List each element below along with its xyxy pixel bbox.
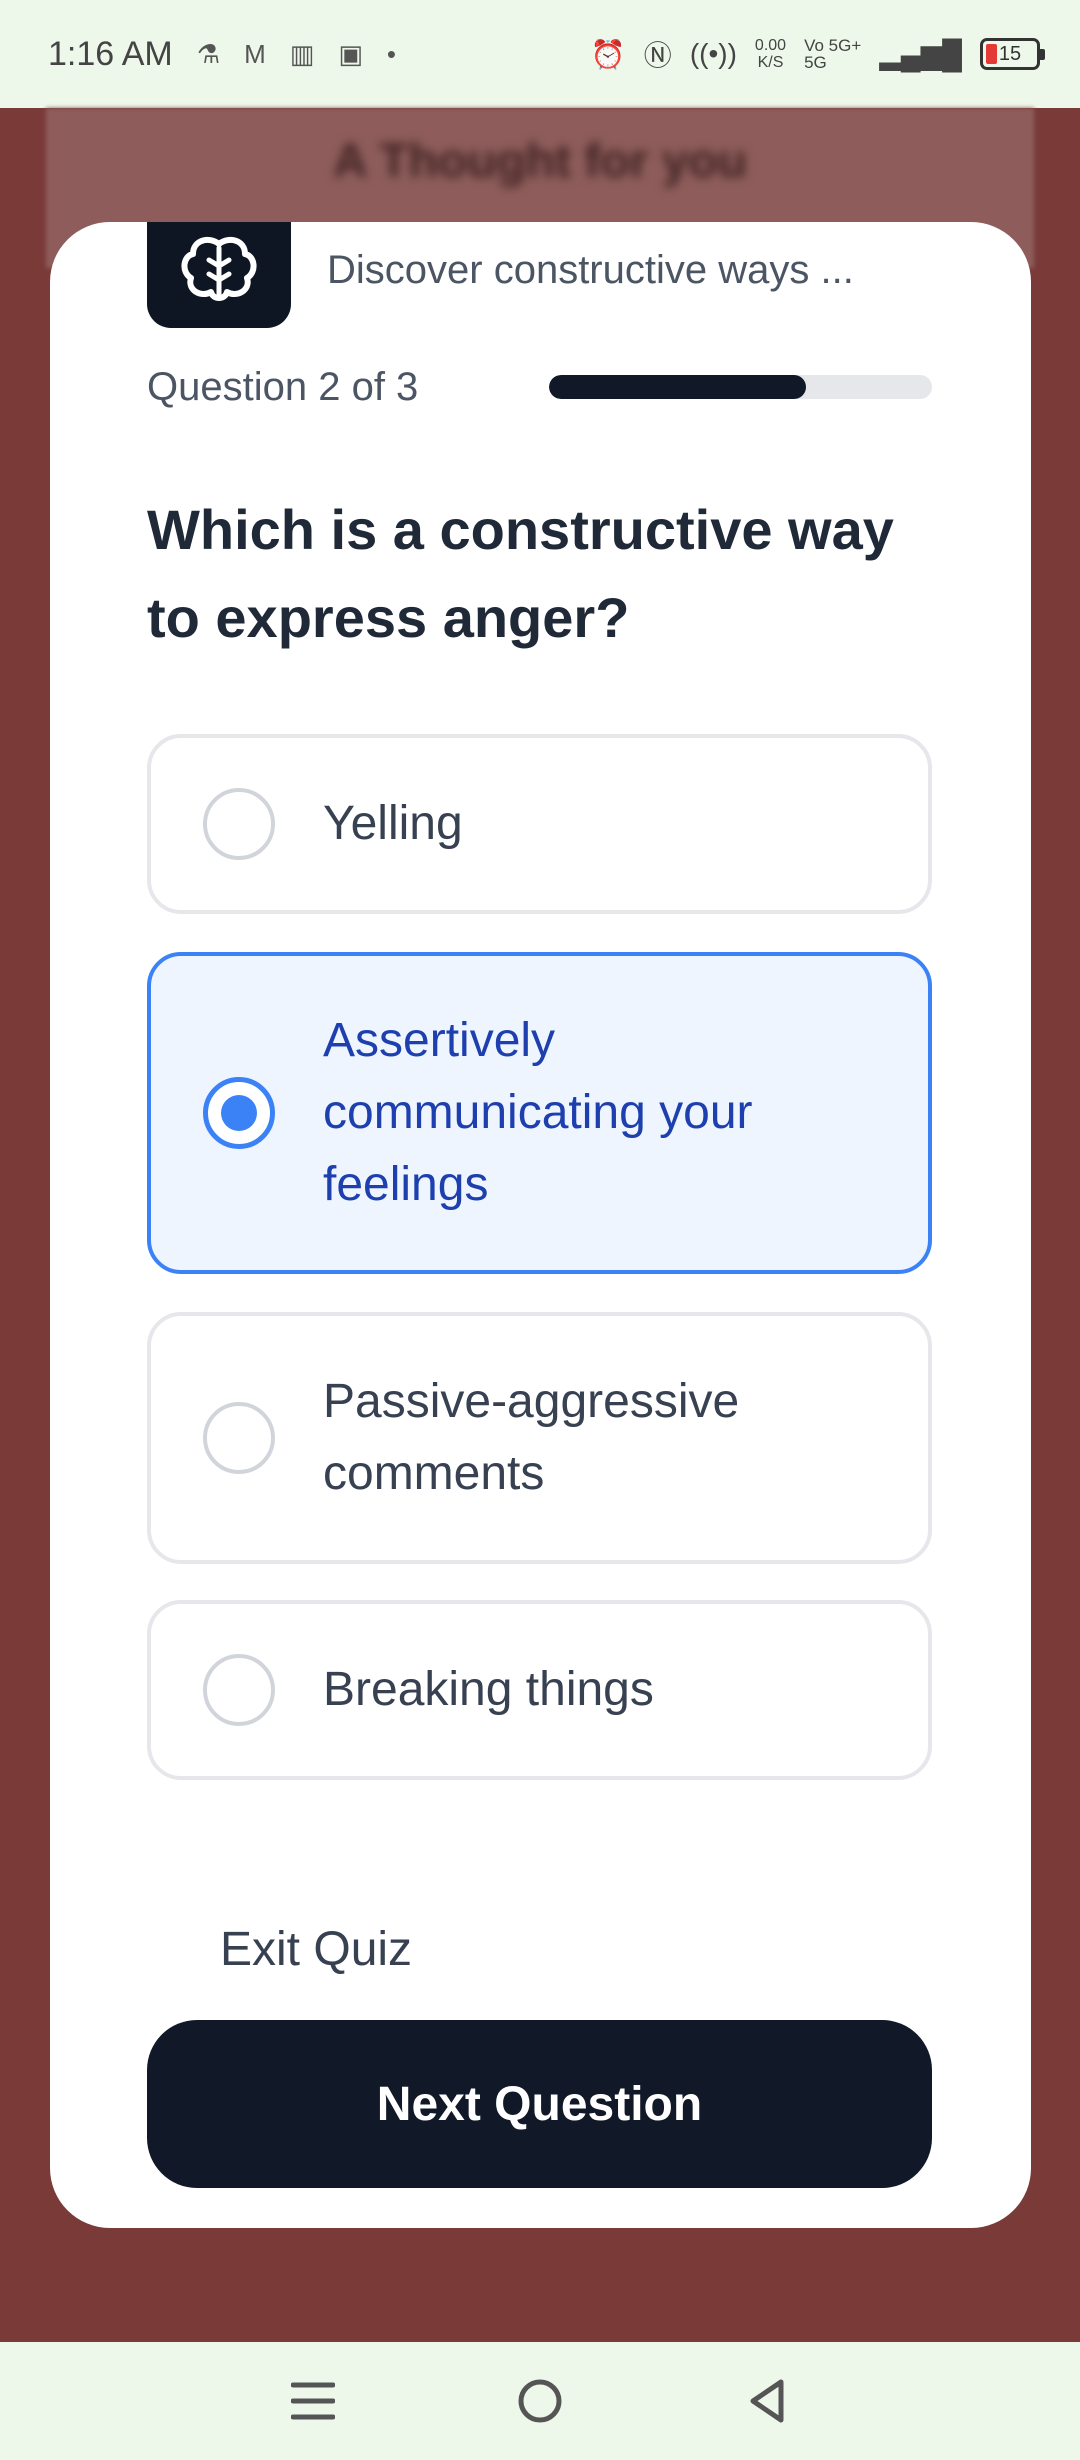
net-speed: 0.00 K/S	[754, 37, 787, 71]
battery-icon: 15	[980, 38, 1045, 70]
option-assertive[interactable]: Assertively communicating your feelings	[147, 952, 932, 1274]
background-title: A Thought for you	[332, 135, 748, 188]
alarm-icon: ⏰	[590, 38, 626, 70]
question-text: Which is a constructive way to express a…	[147, 498, 894, 649]
back-icon[interactable]	[727, 2361, 807, 2441]
radio-button[interactable]	[203, 1654, 275, 1726]
option-breaking-things[interactable]: Breaking things	[147, 1600, 932, 1780]
radio-button-selected[interactable]	[203, 1077, 275, 1149]
home-icon[interactable]	[500, 2361, 580, 2441]
progress-fill	[549, 375, 806, 399]
exit-quiz-button[interactable]: Exit Quiz	[220, 1922, 412, 1977]
notification-dot: •	[386, 38, 396, 69]
quiz-modal: Discover constructive ways ... Question …	[50, 222, 1031, 2228]
navigation-bar	[0, 2342, 1080, 2460]
menu-icon[interactable]	[273, 2361, 353, 2441]
option-label: Passive-aggressive comments	[323, 1375, 740, 1500]
option-label: Breaking things	[323, 1663, 654, 1716]
status-time: 1:16 AM	[48, 34, 173, 73]
gmail-icon: M	[244, 38, 266, 69]
network-indicator: Vo 5G+ 5G	[804, 36, 862, 72]
chart-icon: ▥	[289, 38, 315, 69]
progress-row: Question 2 of 3	[147, 362, 932, 412]
progress-bar	[549, 375, 932, 399]
option-yelling[interactable]: Yelling	[147, 734, 932, 914]
next-question-button[interactable]: Next Question	[147, 2020, 932, 2188]
signal-icon: ▂▄▆█	[879, 38, 962, 70]
nfc-icon: Ⓝ	[643, 40, 672, 71]
status-bar: 1:16 AM ⚗ M ▥ ▣ • ⏰ Ⓝ ((•)) 0.00 K/S Vo …	[0, 0, 1080, 108]
option-passive-aggressive[interactable]: Passive-aggressive comments	[147, 1312, 932, 1564]
office-icon: ▣	[338, 38, 363, 69]
radio-button[interactable]	[203, 1402, 275, 1474]
quiz-subtitle: Discover constructive ways ...	[327, 248, 854, 292]
radio-button[interactable]	[203, 788, 275, 860]
quiz-header	[147, 222, 291, 328]
hotspot-icon: ((•))	[689, 38, 737, 69]
brain-icon	[147, 222, 291, 328]
battery-level: 15	[998, 42, 1022, 65]
flask-icon: ⚗	[196, 38, 221, 69]
option-label: Assertively communicating your feelings	[323, 1014, 753, 1211]
progress-label: Question 2 of 3	[147, 364, 419, 409]
option-label: Yelling	[323, 797, 463, 850]
